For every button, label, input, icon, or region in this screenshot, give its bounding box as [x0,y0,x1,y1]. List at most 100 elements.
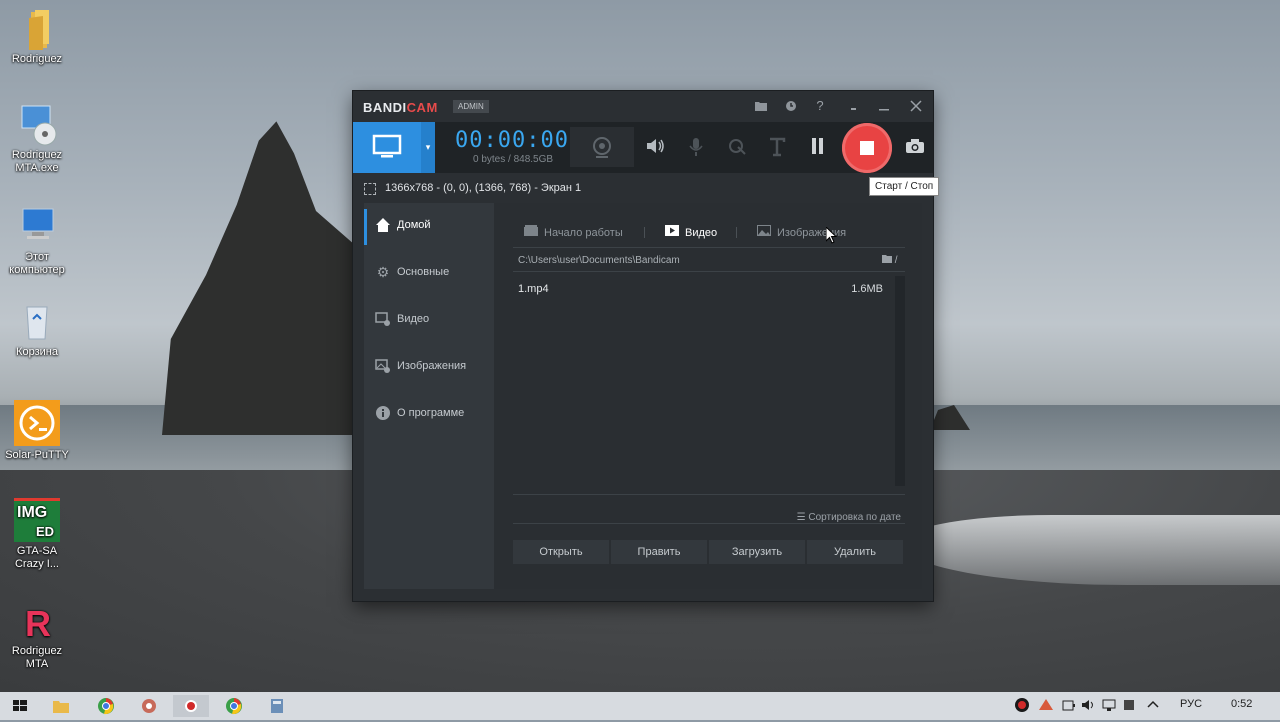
recycle-bin-icon [17,301,57,343]
region-status-text: 1366x768 - (0, 0), (1366, 768) - Экран 1 [385,182,582,194]
windows-start-icon[interactable] [9,695,31,717]
admin-badge: ADMIN [453,100,489,113]
collapse-icon[interactable] [843,95,865,117]
help-icon[interactable]: ? [809,95,831,117]
desktop-icon-label: GTA-SA Crazy I... [14,545,59,570]
tray-app-icon[interactable] [1037,696,1059,718]
installer-icon[interactable] [266,695,288,717]
rodriguez-logo-icon: R [17,600,57,644]
sidebar-item-label: Видео [397,313,430,325]
clock-icon[interactable] [780,95,802,117]
svg-text:R: R [25,603,51,642]
home-icon [375,217,391,233]
tab-video[interactable]: Видео [665,225,717,241]
desktop-icon-rodriguez-folder[interactable]: Rodriguez [2,8,72,66]
chrome-icon[interactable] [223,695,245,717]
close-icon[interactable] [905,95,927,117]
speaker-icon[interactable] [643,136,667,160]
video-settings-icon [375,311,391,327]
svg-text:ED: ED [36,524,54,539]
desktop-icon-label: Rodriguez [11,53,63,65]
image-icon [757,225,771,239]
mode-dropdown-arrow[interactable]: ▾ [421,122,435,173]
desktop-icon-solar-putty[interactable]: Solar-PuTTY [2,400,72,462]
solar-putty-icon [14,400,60,446]
input-language[interactable]: РУС [1180,698,1202,710]
pause-button[interactable] [809,138,827,158]
sidebar: Домой ⚙ Основные Видео Изображения О про… [364,203,494,589]
webcam-button[interactable] [570,127,634,167]
microphone-icon[interactable] [684,136,708,160]
chevron-up-icon[interactable] [1144,696,1166,718]
volume-icon[interactable] [1080,696,1102,718]
region-status-bar: 1366x768 - (0, 0), (1366, 768) - Экран 1 [353,173,933,203]
sidebar-item-general[interactable]: ⚙ Основные [364,250,494,290]
open-button[interactable]: Открыть [513,540,609,564]
upload-button[interactable]: Загрузить [709,540,805,564]
desktop-icon-this-pc[interactable]: Этот компьютер [2,206,72,277]
tab-underline [513,247,905,248]
desktop-icon-label: Корзина [16,346,58,358]
tab-getting-started[interactable]: Начало работы [524,225,623,241]
delete-button[interactable]: Удалить [807,540,903,564]
sidebar-item-home[interactable]: Домой [364,203,494,245]
info-icon [375,405,391,421]
desktop-icon-label: Этот компьютер [9,251,65,276]
chrome-icon[interactable] [95,695,117,717]
record-tray-icon[interactable] [1013,696,1035,718]
file-list-scrollbar[interactable] [895,276,905,486]
list-divider [513,494,905,495]
stop-icon [860,141,874,155]
desktop-icon-rodriguez-mta-exe[interactable]: Rodriguez MTA.exe [2,104,72,175]
sidebar-item-video[interactable]: Видео [364,297,494,337]
desktop-icon-label: Rodriguez MTA [11,645,63,670]
desktop-icon-recycle-bin[interactable]: Корзина [2,301,72,359]
tab-label: Начало работы [544,227,623,239]
path-divider [513,271,905,272]
selection-region-icon[interactable] [364,183,376,195]
bandicam-taskbar-button[interactable] [173,695,209,717]
app-icon[interactable] [138,695,160,717]
text-overlay-icon[interactable] [765,136,789,160]
file-size-status: 0 bytes / 848.5GB [473,154,554,165]
sidebar-item-label: Домой [397,219,431,231]
record-timer: 00:00:00 [455,128,569,153]
minimize-icon[interactable] [873,95,895,117]
gear-icon: ⚙ [376,264,390,280]
edit-button[interactable]: Править [611,540,707,564]
file-list-item[interactable]: 1.mp4 1.6MB [513,280,887,300]
film-icon [524,225,538,239]
folder-icon[interactable] [750,95,772,117]
screen-mode-button[interactable] [353,122,421,173]
title-bar[interactable]: BANDICAM ADMIN ? [353,91,933,122]
clock-time[interactable]: 0:52 [1231,698,1252,710]
record-stop-button[interactable] [842,123,892,173]
output-folder-path: C:\Users\user\Documents\Bandicam [518,255,680,266]
sidebar-item-label: О программе [397,407,465,419]
folder-icon [17,8,57,50]
active-indicator [364,209,367,245]
cursor-effect-icon[interactable] [725,136,749,160]
network-icon[interactable] [1100,696,1122,718]
background-rock [162,121,360,435]
file-size: 1.6MB [851,283,883,295]
record-tooltip: Старт / Стоп [869,177,940,196]
app-logo: BANDICAM [363,100,438,115]
svg-text:IMG: IMG [17,504,47,521]
list-sort-icon: ☰ [796,512,806,523]
battery-icon[interactable] [1060,696,1082,718]
screenshot-camera-icon[interactable] [905,138,925,153]
desktop-icon-rodriguez-mta[interactable]: R Rodriguez MTA [2,600,72,671]
sort-divider [513,523,905,524]
sort-label: Сортировка по дате [808,512,901,523]
sidebar-item-about[interactable]: О программе [364,391,494,431]
computer-icon [17,206,57,248]
desktop-icon-gta-sa-crazy[interactable]: IMG ED GTA-SA Crazy I... [2,498,72,571]
play-icon [665,225,679,239]
path-suffix: / [894,255,898,266]
sort-by-date-button[interactable]: ☰ Сортировка по дате [797,512,901,523]
tray-icon-2[interactable] [1120,696,1142,718]
file-explorer-icon[interactable] [50,695,72,717]
sidebar-item-images[interactable]: Изображения [364,344,494,384]
open-folder-icon[interactable]: / [882,255,898,266]
